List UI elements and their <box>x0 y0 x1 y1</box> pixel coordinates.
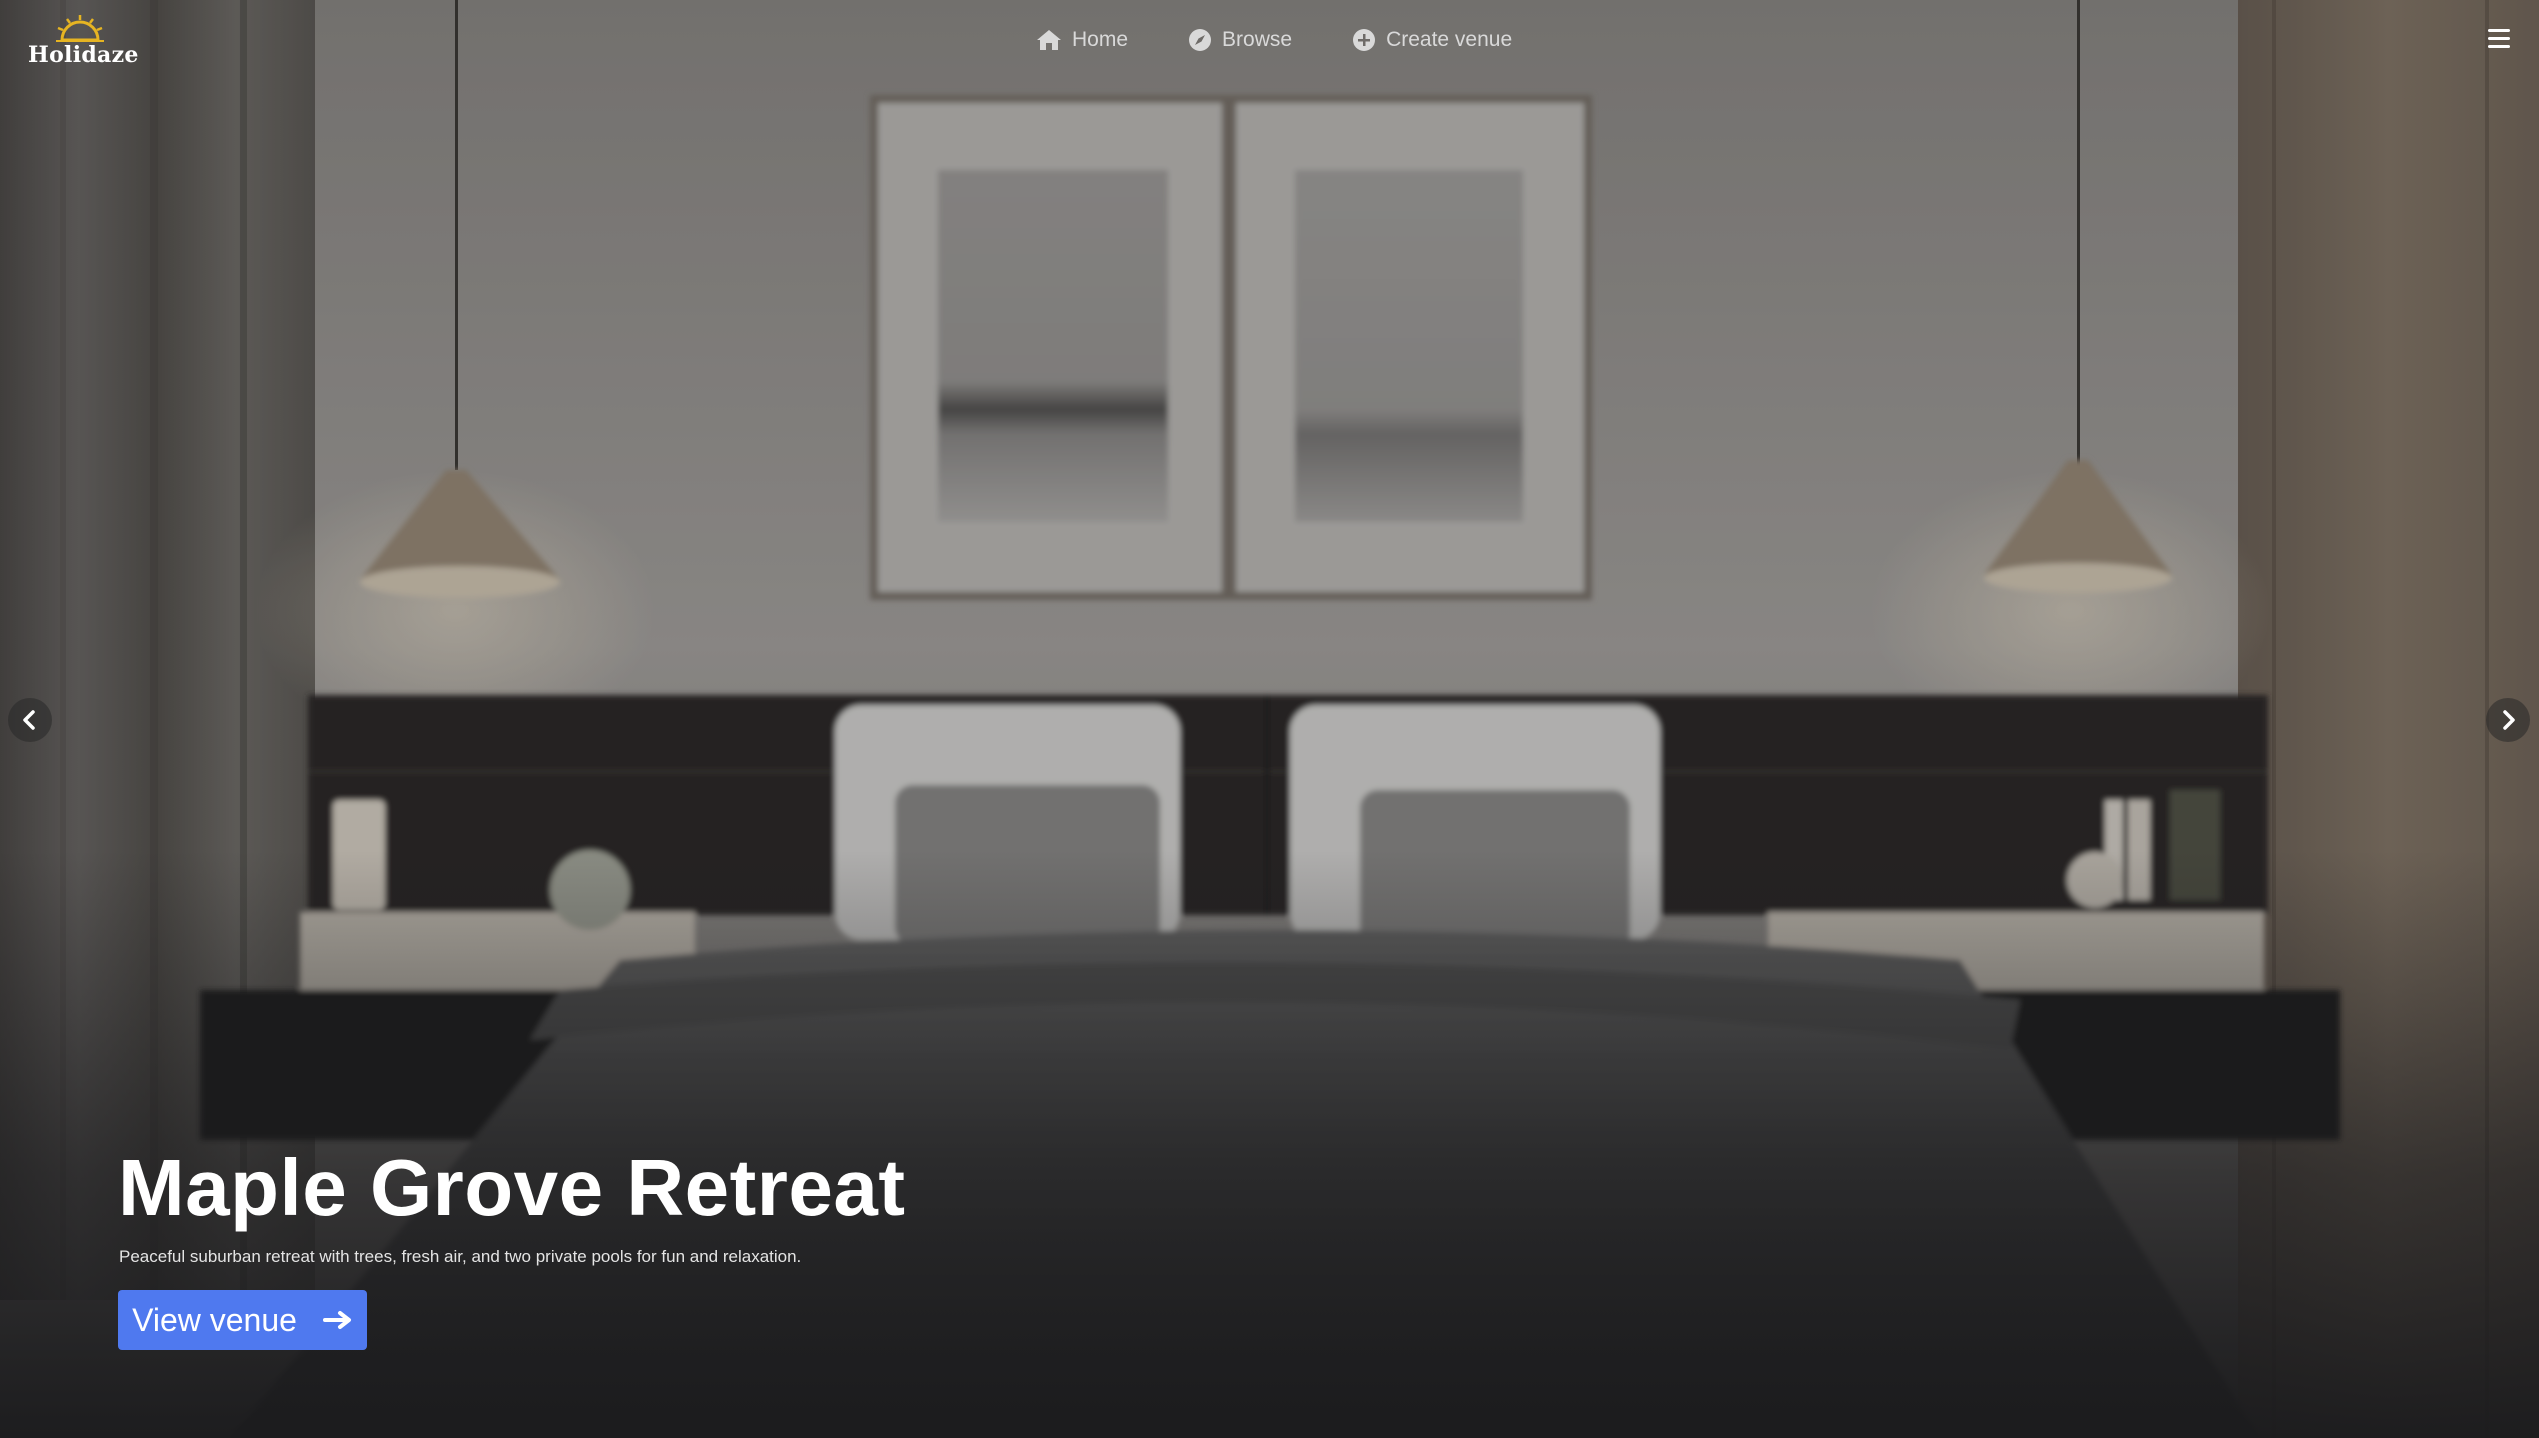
nav-item-browse[interactable]: Browse <box>1188 28 1292 52</box>
home-icon <box>1037 30 1061 50</box>
hero-carousel: Holidaze Home Browse Create venue Maple … <box>0 0 2539 1438</box>
view-venue-button-label: View venue <box>132 1301 297 1338</box>
chevron-left-icon <box>23 710 35 730</box>
nav-item-create-venue[interactable]: Create venue <box>1352 28 1512 52</box>
sun-logo-icon <box>56 15 104 42</box>
view-venue-button[interactable]: View venue <box>118 1290 367 1350</box>
arrow-right-icon <box>322 1311 351 1329</box>
venue-description: Peaceful suburban retreat with trees, fr… <box>119 1247 802 1266</box>
site-header: Holidaze Home Browse Create venue <box>0 0 2539 80</box>
nav-item-browse-label: Browse <box>1222 28 1293 51</box>
nav-item-create-venue-label: Create venue <box>1386 28 1513 51</box>
plus-circle-icon <box>1353 29 1376 51</box>
main-nav: Home Browse Create venue <box>1036 24 1512 56</box>
hamburger-line <box>2488 37 2510 40</box>
compass-icon <box>1189 29 1212 51</box>
venue-title: Maple Grove Retreat <box>118 1143 906 1232</box>
hamburger-menu-button[interactable] <box>2486 26 2514 52</box>
hamburger-menu-icon <box>2488 29 2510 32</box>
brand-name: Holidaze <box>28 42 139 68</box>
chevron-right-icon <box>2503 710 2515 730</box>
hamburger-line <box>2488 45 2510 48</box>
carousel-next-button[interactable] <box>2486 698 2530 742</box>
nav-item-home-label: Home <box>1072 28 1129 51</box>
carousel-prev-button[interactable] <box>8 698 52 742</box>
brand-logo[interactable]: Holidaze <box>28 14 139 70</box>
nav-item-home[interactable]: Home <box>1036 28 1128 52</box>
